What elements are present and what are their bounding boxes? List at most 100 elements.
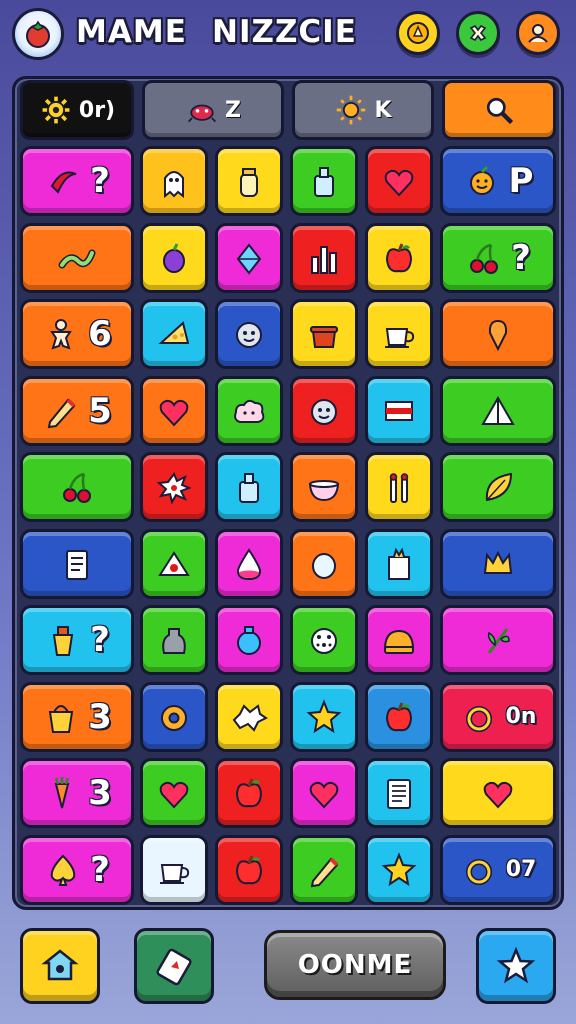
game-tile[interactable] [365,681,433,752]
game-tile[interactable] [290,375,358,446]
main-action-button[interactable]: OONME [264,930,446,1000]
game-tile[interactable] [365,375,433,446]
game-title-right: NIZZCIE [212,14,357,50]
board-header-cell[interactable]: 0r) [20,80,134,140]
game-tile[interactable] [215,222,283,293]
heart-icon [159,781,189,809]
game-tile[interactable] [365,452,433,522]
card-icon [156,948,192,986]
game-tile[interactable] [365,834,433,905]
game-tile[interactable] [20,528,134,599]
ghost-icon [164,171,184,199]
game-tile[interactable] [140,834,208,905]
game-tile[interactable] [440,528,556,599]
game-tile[interactable] [140,299,208,369]
game-tile[interactable] [365,758,433,828]
game-tile[interactable]: 6 [20,299,134,369]
game-tile[interactable] [140,758,208,828]
teacup-icon [160,863,190,884]
game-tile[interactable] [290,146,358,216]
board-header-label: Z [225,97,241,123]
game-tile[interactable]: 3 [20,758,134,828]
carrot-icon [54,777,70,809]
board-header-cell[interactable]: Z [142,80,284,140]
heart-icon [159,399,189,426]
green-badge-button[interactable] [456,11,500,55]
game-tile[interactable] [290,758,358,828]
tile-label: ? [90,620,110,660]
apple-icon [385,242,413,272]
spade-icon [50,854,76,886]
game-tile[interactable] [365,146,433,216]
game-tile[interactable] [215,375,283,446]
game-tile[interactable] [440,758,556,828]
game-tile[interactable] [215,681,283,752]
game-tile[interactable] [440,375,556,446]
teacup-icon [385,328,415,348]
game-tile[interactable] [290,452,358,522]
game-tile[interactable] [140,681,208,752]
bug-icon [187,104,217,123]
game-tile[interactable] [215,758,283,828]
heart-icon [384,169,414,197]
cup-icon [52,626,74,656]
game-tile[interactable] [140,528,208,599]
game-tile[interactable] [215,834,283,905]
game-tile[interactable]: 5 [20,375,134,446]
game-tile[interactable] [140,146,208,216]
ring-icon [465,705,492,732]
bag-icon [162,628,186,654]
game-tile[interactable]: ? [20,834,134,905]
apple-icon [235,778,263,808]
game-tile[interactable] [20,452,134,522]
top-bar: MAME NIZZCIE [0,0,576,70]
apple-icon [235,854,263,884]
game-tile[interactable]: ? [440,222,556,293]
book-icon [66,549,88,580]
game-tile[interactable] [290,299,358,369]
game-tile[interactable] [290,222,358,293]
game-tile[interactable]: P [440,146,556,216]
star-button[interactable] [476,928,556,1004]
orange-profile-button[interactable] [516,11,560,55]
game-tile[interactable] [215,605,283,675]
game-tile[interactable] [365,299,433,369]
game-tile[interactable] [365,222,433,293]
game-tile[interactable] [215,452,283,522]
game-tile[interactable] [215,146,283,216]
game-tile[interactable] [20,222,134,293]
game-tile[interactable] [140,222,208,293]
tile-label: 5 [88,390,112,431]
card-button[interactable] [134,928,214,1004]
game-tile[interactable] [215,299,283,369]
game-tile[interactable] [215,528,283,599]
game-tile[interactable] [290,834,358,905]
gold-coin-button[interactable] [396,11,440,55]
game-tile[interactable] [140,375,208,446]
game-tile[interactable] [140,605,208,675]
game-tile[interactable] [440,605,556,675]
game-tile[interactable] [290,605,358,675]
game-tile[interactable]: 07 [440,834,556,905]
game-tile[interactable]: 3 [20,681,134,752]
game-tile[interactable] [290,681,358,752]
jar-icon [240,168,258,197]
tile-label: 07 [505,857,537,882]
tomato-logo-icon[interactable] [12,8,64,60]
game-tile[interactable] [365,605,433,675]
game-tile[interactable]: ? [20,146,134,216]
game-tile[interactable] [440,299,556,369]
game-tile[interactable]: ? [20,605,134,675]
ring-icon [465,858,492,885]
board-header-cell[interactable] [442,80,556,140]
board-header-cell[interactable]: K [292,80,434,140]
heart-icon [309,781,339,809]
profile-icon [528,24,548,43]
splat-icon [156,472,192,505]
game-tile[interactable] [140,452,208,522]
game-tile[interactable]: 0n [440,681,556,752]
game-tile[interactable] [365,528,433,599]
game-tile[interactable] [290,528,358,599]
home-button[interactable] [20,928,100,1004]
game-tile[interactable] [440,452,556,522]
